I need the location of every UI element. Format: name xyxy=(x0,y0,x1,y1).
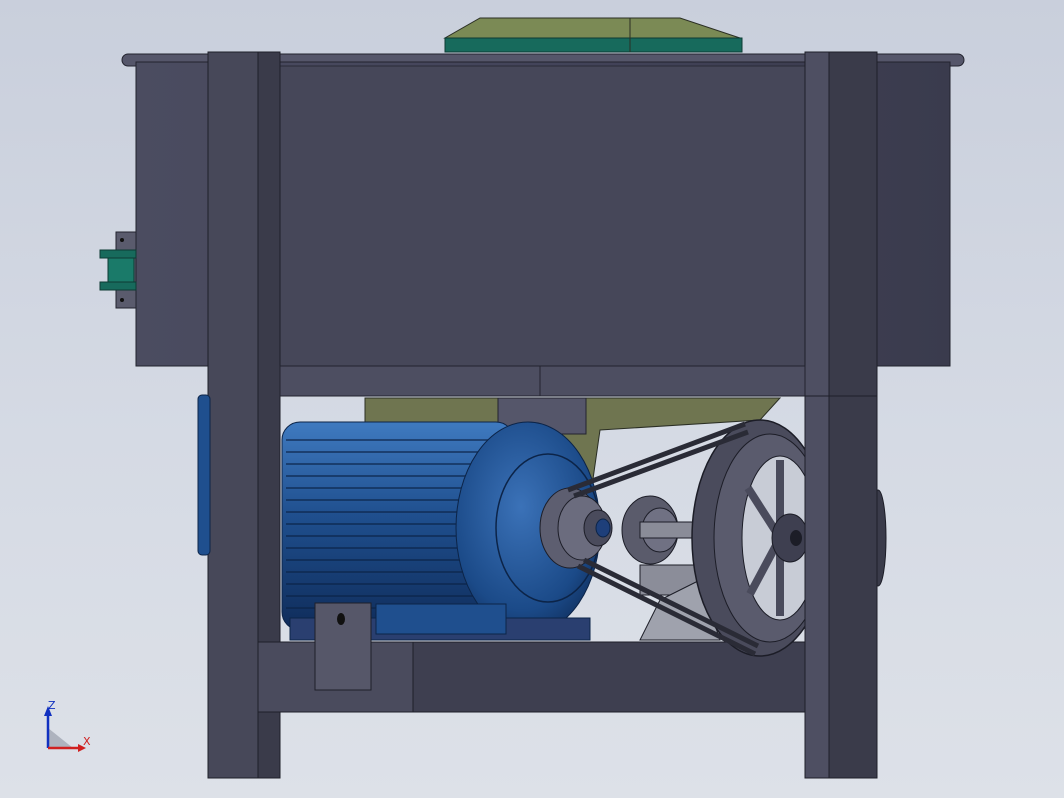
motor-pulley[interactable] xyxy=(539,487,613,569)
z-axis-label: Z xyxy=(48,699,56,712)
hopper-top xyxy=(443,17,743,53)
upper-crossbar xyxy=(279,365,806,397)
axis-triad: Z X xyxy=(44,699,91,752)
motor-end-shield xyxy=(197,394,211,556)
side-bracket xyxy=(99,231,137,309)
x-axis-label: X xyxy=(83,735,91,748)
model-viewport[interactable] xyxy=(0,0,1064,798)
